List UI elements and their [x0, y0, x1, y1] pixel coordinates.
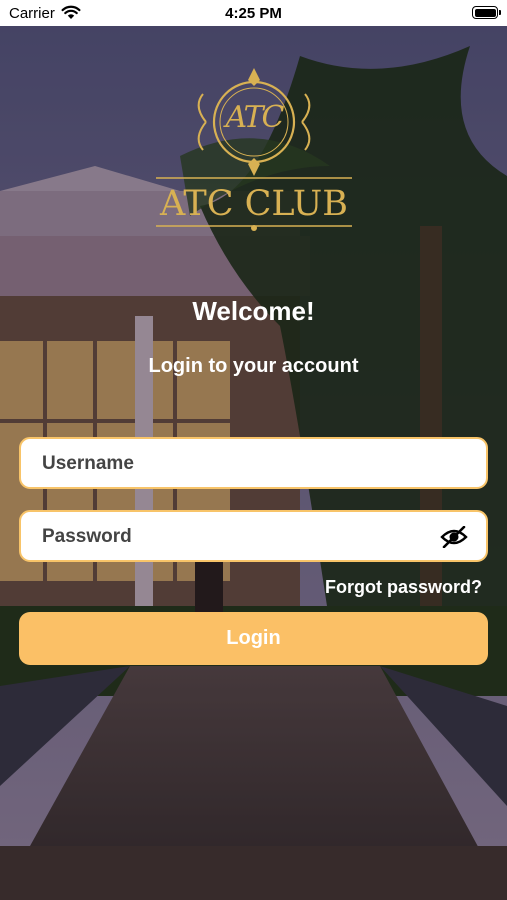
eye-slash-icon[interactable] — [440, 526, 468, 548]
username-input[interactable] — [40, 439, 444, 489]
password-input[interactable] — [40, 512, 444, 562]
welcome-heading: Welcome! — [192, 296, 315, 326]
logo-wordmark: ATC CLUB — [160, 184, 348, 224]
username-field[interactable] — [19, 437, 488, 489]
status-time: 4:25 PM — [225, 5, 282, 22]
atc-club-logo: ATC ATC CLUB — [148, 66, 360, 236]
password-field[interactable] — [19, 510, 488, 562]
status-bar: Carrier 4:25 PM — [0, 0, 507, 26]
logo-monogram: ATC — [225, 100, 285, 135]
login-subtitle: Login to your account — [148, 355, 359, 377]
login-button[interactable]: Login — [19, 612, 488, 665]
battery-icon — [472, 6, 501, 19]
forgot-password-link[interactable]: Forgot password? — [325, 577, 482, 598]
